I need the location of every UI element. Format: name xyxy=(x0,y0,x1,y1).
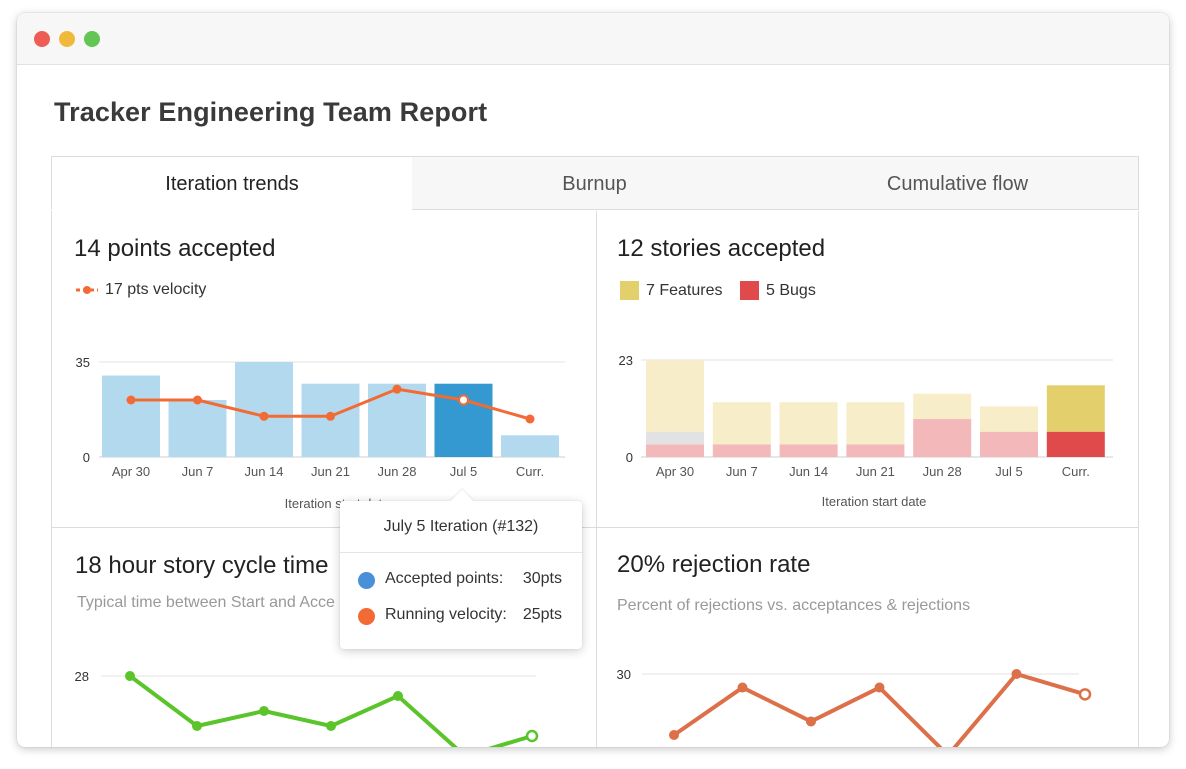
cycle-time-point xyxy=(192,721,202,731)
tooltip-row-velocity: Running velocity: 25pts xyxy=(358,606,570,628)
rejection-rate-point xyxy=(1011,669,1022,679)
points-x-tick-label: Jun 7 xyxy=(182,464,214,479)
rejection-rate-point xyxy=(669,730,679,740)
velocity-point xyxy=(326,411,335,421)
cycle-time-point xyxy=(125,671,135,681)
stories-x-tick-label: Jun 21 xyxy=(856,464,895,479)
rejection-rate-point xyxy=(1078,688,1092,701)
stories-x-tick-label: Jun 28 xyxy=(923,464,962,479)
tooltip-row-label: Accepted points: xyxy=(385,570,504,587)
points-y-tick-label: 35 xyxy=(76,355,90,370)
iteration-tooltip: July 5 Iteration (#132) Accepted points:… xyxy=(340,489,582,649)
cycle-time-point xyxy=(259,706,269,716)
stories-bar-segment xyxy=(846,402,905,445)
velocity-point xyxy=(458,394,469,406)
accepted-points-bullet-icon xyxy=(358,572,375,589)
points-x-tick-label: Jun 21 xyxy=(311,464,350,479)
stories-bar-segment xyxy=(646,444,704,457)
tooltip-row-accepted: Accepted points: 30pts xyxy=(358,570,570,592)
points-x-tick-label: Jun 28 xyxy=(377,464,416,479)
stories-bar-segment xyxy=(646,360,704,432)
stories-x-tick-label: Jun 7 xyxy=(726,464,758,479)
velocity-point xyxy=(525,414,535,424)
stories-bar-segment xyxy=(779,444,838,457)
points-x-tick-label: Apr 30 xyxy=(112,464,150,479)
stories-bar-segment xyxy=(712,444,771,457)
rejection-rate-point xyxy=(874,682,885,693)
tooltip-row-label: Running velocity: xyxy=(385,606,507,623)
stories-y-tick-label: 23 xyxy=(619,353,633,368)
stories-bar-segment xyxy=(646,431,704,445)
stories-bar-segment xyxy=(913,419,972,457)
stories-bar-segment xyxy=(779,402,838,445)
cycle-time-line xyxy=(128,674,533,747)
stories-bar-segment xyxy=(913,393,972,420)
points-bar xyxy=(168,400,227,457)
rejection-rate-point xyxy=(806,716,816,727)
points-bar xyxy=(102,375,160,457)
stories-x-tick-label: Curr. xyxy=(1062,464,1090,479)
stories-bar-segment xyxy=(1046,431,1105,457)
stories-x-axis-label: Iteration start date xyxy=(822,494,927,509)
stories-bar-segment xyxy=(846,444,905,457)
points-bar xyxy=(501,435,559,457)
stories-x-tick-label: Jun 14 xyxy=(789,464,828,479)
rejection-rate-point xyxy=(737,682,748,693)
cycle-time-point xyxy=(525,729,539,743)
points-x-tick-label: Curr. xyxy=(516,464,544,479)
points-bar xyxy=(235,362,293,457)
velocity-point xyxy=(259,411,269,421)
velocity-point xyxy=(126,395,136,405)
velocity-point xyxy=(392,384,402,394)
tooltip-row-value: 25pts xyxy=(522,606,562,623)
stories-bar-segment xyxy=(712,402,771,445)
stories-bar-segment xyxy=(1046,385,1105,432)
cycle-time-y-tick-label: 28 xyxy=(75,669,89,684)
points-y-tick-label: 0 xyxy=(83,450,90,465)
app-window: Tracker Engineering Team Report Iteratio… xyxy=(17,13,1169,747)
points-x-tick-label: Jul 5 xyxy=(450,464,477,479)
cycle-time-point xyxy=(326,721,336,731)
stories-x-tick-label: Apr 30 xyxy=(656,464,694,479)
stories-x-tick-label: Jul 5 xyxy=(995,464,1022,479)
points-bar xyxy=(368,383,426,457)
velocity-point xyxy=(193,395,202,405)
tooltip-row-value: 30pts xyxy=(522,570,562,587)
stories-bar-segment xyxy=(980,431,1038,457)
running-velocity-bullet-icon xyxy=(358,608,375,625)
stories-bar-segment xyxy=(980,406,1038,432)
cycle-time-point xyxy=(393,691,403,701)
charts-canvas: 35 0 Apr 30 Jun 7 Jun 14 Jun 21 Jun 28 Jul 5 Cur… xyxy=(75,353,1113,747)
rejection-rate-y-tick-label: 30 xyxy=(617,667,631,682)
stories-y-tick-label: 0 xyxy=(626,450,633,465)
tooltip-title: July 5 Iteration (#132) xyxy=(340,501,582,553)
points-x-tick-label: Jun 14 xyxy=(244,464,283,479)
